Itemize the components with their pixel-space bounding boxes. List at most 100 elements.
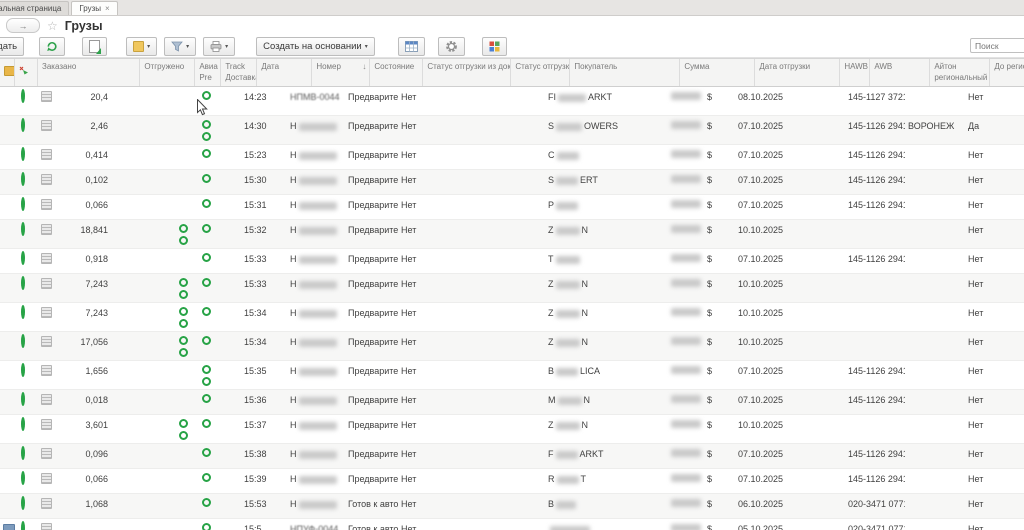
cell-hawb xyxy=(815,303,845,331)
col-header-time[interactable]: Дата xyxy=(257,59,312,86)
record-status-icon xyxy=(21,363,25,377)
col-header-sum[interactable]: Сумма xyxy=(680,59,755,86)
table-row[interactable]: 20,414:23НПМВ-0044ПредварительНетFIARKT$… xyxy=(0,87,1024,116)
col-header-sdoc[interactable]: Статус отгрузки из документа xyxy=(423,59,511,86)
cell-sum: $ xyxy=(655,303,730,331)
redacted-blur xyxy=(556,310,580,318)
cell-flag xyxy=(15,519,38,530)
attach-file-button[interactable] xyxy=(82,37,107,56)
cell-reg: Нет xyxy=(965,469,1024,493)
list-settings-dropdown[interactable]: ▾ xyxy=(126,37,157,56)
table-row[interactable]: 0,06615:39НПредварительНетRT$07.10.20251… xyxy=(0,469,1024,494)
redacted-blur xyxy=(557,476,579,484)
table-row[interactable]: 1,65615:35НПредварительНетBLICA$07.10.20… xyxy=(0,361,1024,390)
col-header-sotg[interactable]: Статус отгрузки xyxy=(511,59,570,86)
table-row[interactable]: 17,05615:34НПредварительНетZN$10.10.2025… xyxy=(0,332,1024,361)
col-header-sost[interactable]: Состояние xyxy=(370,59,423,86)
cell-ship: 07.10.2025 xyxy=(730,249,815,273)
col-header-aiton[interactable]: Айтонрегиональный ... xyxy=(930,59,990,86)
table-row[interactable]: 18,84115:32НПредварительНетZN$10.10.2025… xyxy=(0,220,1024,249)
table-view-button[interactable] xyxy=(398,37,425,56)
chevron-down-icon: ▾ xyxy=(147,43,150,50)
cell-sost: Предваритель xyxy=(345,87,398,115)
cell-sost: Готов к авто xyxy=(345,519,398,530)
col-header-track[interactable]: TrackДоставка xyxy=(221,59,257,86)
folder-icon xyxy=(4,66,15,76)
table-row[interactable]: 0,01815:36НПредварительНетMN$07.10.20251… xyxy=(0,390,1024,415)
cell-zak: 0,414 xyxy=(53,145,115,169)
table-row[interactable]: 0,41415:23НПредварительНетC$07.10.202514… xyxy=(0,145,1024,170)
redacted-blur xyxy=(558,94,586,102)
table-row[interactable]: 0,10215:30НПредварительНетSERT$07.10.202… xyxy=(0,170,1024,195)
record-status-icon xyxy=(21,417,25,431)
cell-buyer: ZN xyxy=(545,332,655,360)
filter-dropdown[interactable]: ▾ xyxy=(164,37,196,56)
cell-hawb xyxy=(815,332,845,360)
col-header-reg[interactable]: До регионального ... xyxy=(990,59,1024,86)
col-header-folder[interactable] xyxy=(0,59,15,86)
cell-otg xyxy=(115,415,170,443)
cell-buyer: ZN xyxy=(545,303,655,331)
col-header-ship[interactable]: Дата отгрузки xyxy=(755,59,840,86)
cell-hawb xyxy=(815,170,845,194)
redacted-blur xyxy=(556,202,578,210)
cell-sdoc: Нет xyxy=(398,332,486,360)
cell-sum: $ xyxy=(655,170,730,194)
table-row[interactable]: 0,09615:38НПредварительНетFARKT$07.10.20… xyxy=(0,444,1024,469)
table-row[interactable]: 7,24315:33НПредварительНетZN$10.10.2025Н… xyxy=(0,274,1024,303)
col-header-num[interactable]: Номер↓ xyxy=(312,59,370,86)
cell-reg: Нет xyxy=(965,519,1024,530)
cell-docicon xyxy=(38,195,53,219)
cell-aiton xyxy=(905,249,965,273)
col-header-zak[interactable] xyxy=(78,59,140,86)
forward-arrow-button[interactable]: → xyxy=(6,18,40,33)
chevron-down-icon: ▾ xyxy=(225,43,228,50)
create-button[interactable]: Создать xyxy=(0,37,24,56)
col-header-docicon[interactable]: Заказано xyxy=(38,59,78,86)
col-header-avia[interactable]: АвиаPre xyxy=(195,59,221,86)
table-row[interactable]: 3,60115:37НПредварительНетZN$10.10.2025Н… xyxy=(0,415,1024,444)
table-row[interactable]: 1,06815:53НГотов к автоНетB$06.10.202502… xyxy=(0,494,1024,519)
table-row[interactable]: 15:5НПУФ-0044Готов к автоНет$05.10.20250… xyxy=(0,519,1024,530)
cell-avia xyxy=(170,87,196,115)
cell-track xyxy=(196,145,232,169)
table-row[interactable]: 0,91815:33НПредварительНетT$07.10.202514… xyxy=(0,249,1024,274)
favorite-star-icon[interactable]: ☆ xyxy=(47,20,58,32)
sort-desc-icon[interactable]: ↓ xyxy=(362,62,366,71)
table-row[interactable]: 7,24315:34НПредварительНетZN$10.10.2025Н… xyxy=(0,303,1024,332)
track-delivery-status-icon xyxy=(202,498,211,507)
col-label-track: Track xyxy=(225,62,254,71)
col-header-flag[interactable] xyxy=(15,59,38,86)
buyer-prefix: B xyxy=(548,499,554,509)
col-header-hawb[interactable]: HAWB xyxy=(840,59,870,86)
col-header-buyer[interactable]: Покупатель xyxy=(570,59,680,86)
col-header-otg[interactable]: Отгружено xyxy=(140,59,195,86)
tab-cargo[interactable]: Грузы × xyxy=(71,1,117,15)
col-header-awb[interactable]: AWB xyxy=(870,59,930,86)
print-dropdown[interactable]: ▾ xyxy=(203,37,235,56)
currency-label: $ xyxy=(707,225,712,235)
addin-button[interactable] xyxy=(482,37,507,56)
track-delivery-status-icon xyxy=(202,307,211,316)
cell-sotg xyxy=(486,274,545,302)
cell-awb: 020-3471 0771 xyxy=(845,519,905,530)
table-row[interactable]: 2,4614:30НПредварительНетSOWERS$07.10.20… xyxy=(0,116,1024,145)
refresh-button[interactable] xyxy=(39,37,65,56)
search-input[interactable] xyxy=(970,38,1024,53)
page-title: Грузы xyxy=(65,19,103,33)
cell-track xyxy=(196,170,232,194)
cell-hawb xyxy=(815,274,845,302)
doc-number-redacted: НПМВ-0044 xyxy=(290,92,340,102)
cell-avia xyxy=(170,332,196,360)
cell-sost: Предваритель xyxy=(345,249,398,273)
cell-ship: 07.10.2025 xyxy=(730,390,815,414)
table-row[interactable]: 0,06615:31НПредварительНетP$07.10.202514… xyxy=(0,195,1024,220)
cell-time: 15:35 xyxy=(232,361,287,389)
title-bar: → ☆ Грузы xyxy=(0,16,1024,35)
close-icon[interactable]: × xyxy=(105,4,110,13)
cell-sotg xyxy=(486,494,545,518)
create-based-on-button[interactable]: Создать на основании ▾ xyxy=(256,37,375,56)
settings-button[interactable] xyxy=(438,37,465,56)
currency-label: $ xyxy=(707,175,712,185)
tab-home[interactable]: чальная страница xyxy=(0,1,69,15)
